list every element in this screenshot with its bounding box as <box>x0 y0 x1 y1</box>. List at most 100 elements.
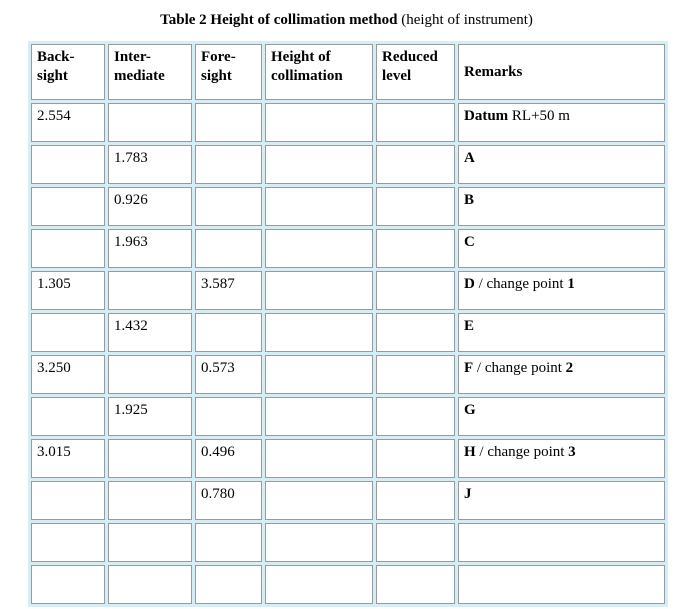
cell-backsight <box>31 523 105 562</box>
table-row <box>31 523 665 562</box>
column-header-foresight-line2: sight <box>201 68 232 84</box>
levelling-table-container: Back- sight Inter- mediate Fore- sight H… <box>28 41 668 607</box>
cell-height-of-collimation <box>265 565 373 604</box>
table-row: 1.963 C <box>31 229 665 268</box>
table-body: 2.554 Datum RL+50 m 1.783 A 0.926 B 1.963 C 1.30… <box>31 103 665 604</box>
column-header-intermediate-line2: mediate <box>114 68 165 84</box>
cell-height-of-collimation <box>265 187 373 226</box>
cell-remarks: G <box>458 397 665 436</box>
cell-foresight <box>195 565 262 604</box>
remarks-station-label: Datum <box>464 108 509 124</box>
table-row: 1.925 G <box>31 397 665 436</box>
cell-backsight: 1.305 <box>31 271 105 310</box>
column-header-backsight-line2: sight <box>37 68 68 84</box>
table-caption: Table 2 Height of collimation method (he… <box>0 0 693 29</box>
cell-remarks: D / change point 1 <box>458 271 665 310</box>
cell-remarks: B <box>458 187 665 226</box>
cell-height-of-collimation <box>265 103 373 142</box>
cell-backsight <box>31 187 105 226</box>
column-header-reduced-line1: Reduced <box>382 49 438 65</box>
remarks-station-label: J <box>464 486 472 502</box>
cell-intermediate <box>108 565 192 604</box>
cell-intermediate <box>108 523 192 562</box>
cell-height-of-collimation <box>265 271 373 310</box>
cell-height-of-collimation <box>265 355 373 394</box>
cell-backsight <box>31 397 105 436</box>
table-row: 1.305 3.587 D / change point 1 <box>31 271 665 310</box>
cell-height-of-collimation <box>265 439 373 478</box>
cell-reduced-level <box>376 565 455 604</box>
column-header-remarks-line1: Remarks <box>464 63 523 80</box>
cell-reduced-level <box>376 523 455 562</box>
cell-intermediate <box>108 271 192 310</box>
cell-reduced-level <box>376 481 455 520</box>
table-row: 2.554 Datum RL+50 m <box>31 103 665 142</box>
column-header-collimation-line1: Height of <box>271 49 331 65</box>
cell-reduced-level <box>376 103 455 142</box>
cell-reduced-level <box>376 355 455 394</box>
cell-reduced-level <box>376 271 455 310</box>
cell-height-of-collimation <box>265 229 373 268</box>
cell-foresight <box>195 397 262 436</box>
cell-height-of-collimation <box>265 397 373 436</box>
cell-intermediate <box>108 481 192 520</box>
cell-height-of-collimation <box>265 313 373 352</box>
cell-backsight <box>31 145 105 184</box>
table-header: Back- sight Inter- mediate Fore- sight H… <box>31 44 665 100</box>
column-header-intermediate-line1: Inter- <box>114 49 151 65</box>
cell-reduced-level <box>376 145 455 184</box>
table-caption-subtitle: (height of instrument) <box>401 12 533 28</box>
remarks-change-point-number: 1 <box>567 276 575 292</box>
cell-backsight <box>31 229 105 268</box>
cell-remarks: H / change point 3 <box>458 439 665 478</box>
cell-foresight: 0.573 <box>195 355 262 394</box>
remarks-station-label: B <box>464 192 475 208</box>
remarks-station-label: E <box>464 318 475 334</box>
cell-reduced-level <box>376 397 455 436</box>
cell-height-of-collimation <box>265 481 373 520</box>
cell-foresight <box>195 187 262 226</box>
cell-backsight: 2.554 <box>31 103 105 142</box>
cell-remarks: Datum RL+50 m <box>458 103 665 142</box>
cell-foresight <box>195 103 262 142</box>
cell-backsight: 3.250 <box>31 355 105 394</box>
remarks-station-label: D <box>464 276 475 292</box>
remarks-note-text: RL+50 m <box>508 108 570 124</box>
table-row: 0.780 J <box>31 481 665 520</box>
remarks-station-label: A <box>464 150 475 166</box>
table-row <box>31 565 665 604</box>
table-row: 3.015 0.496 H / change point 3 <box>31 439 665 478</box>
column-header-foresight-line1: Fore- <box>201 49 236 65</box>
remarks-station-label: C <box>464 234 475 250</box>
cell-backsight <box>31 481 105 520</box>
cell-remarks: C <box>458 229 665 268</box>
cell-foresight <box>195 313 262 352</box>
cell-foresight: 0.496 <box>195 439 262 478</box>
height-of-collimation-table: Back- sight Inter- mediate Fore- sight H… <box>28 41 668 607</box>
table-row: 1.432 E <box>31 313 665 352</box>
cell-reduced-level <box>376 187 455 226</box>
column-header-reduced-level: Reduced level <box>376 44 455 100</box>
cell-foresight <box>195 229 262 268</box>
column-header-reduced-line2: level <box>382 68 412 84</box>
cell-backsight <box>31 565 105 604</box>
cell-intermediate <box>108 103 192 142</box>
cell-remarks: F / change point 2 <box>458 355 665 394</box>
cell-reduced-level <box>376 439 455 478</box>
cell-intermediate: 0.926 <box>108 187 192 226</box>
remarks-note-text: / change point <box>475 444 569 460</box>
cell-remarks <box>458 523 665 562</box>
header-row: Back- sight Inter- mediate Fore- sight H… <box>31 44 665 100</box>
remarks-note-text: / change point <box>474 276 568 292</box>
table-row: 0.926 B <box>31 187 665 226</box>
table-caption-main: Table 2 Height of collimation method <box>160 12 398 28</box>
cell-intermediate: 1.925 <box>108 397 192 436</box>
cell-backsight <box>31 313 105 352</box>
column-header-backsight-line1: Back- <box>37 49 75 65</box>
cell-foresight <box>195 145 262 184</box>
cell-foresight <box>195 523 262 562</box>
remarks-change-point-number: 2 <box>565 360 574 376</box>
cell-foresight: 3.587 <box>195 271 262 310</box>
cell-intermediate <box>108 355 192 394</box>
cell-intermediate: 1.783 <box>108 145 192 184</box>
